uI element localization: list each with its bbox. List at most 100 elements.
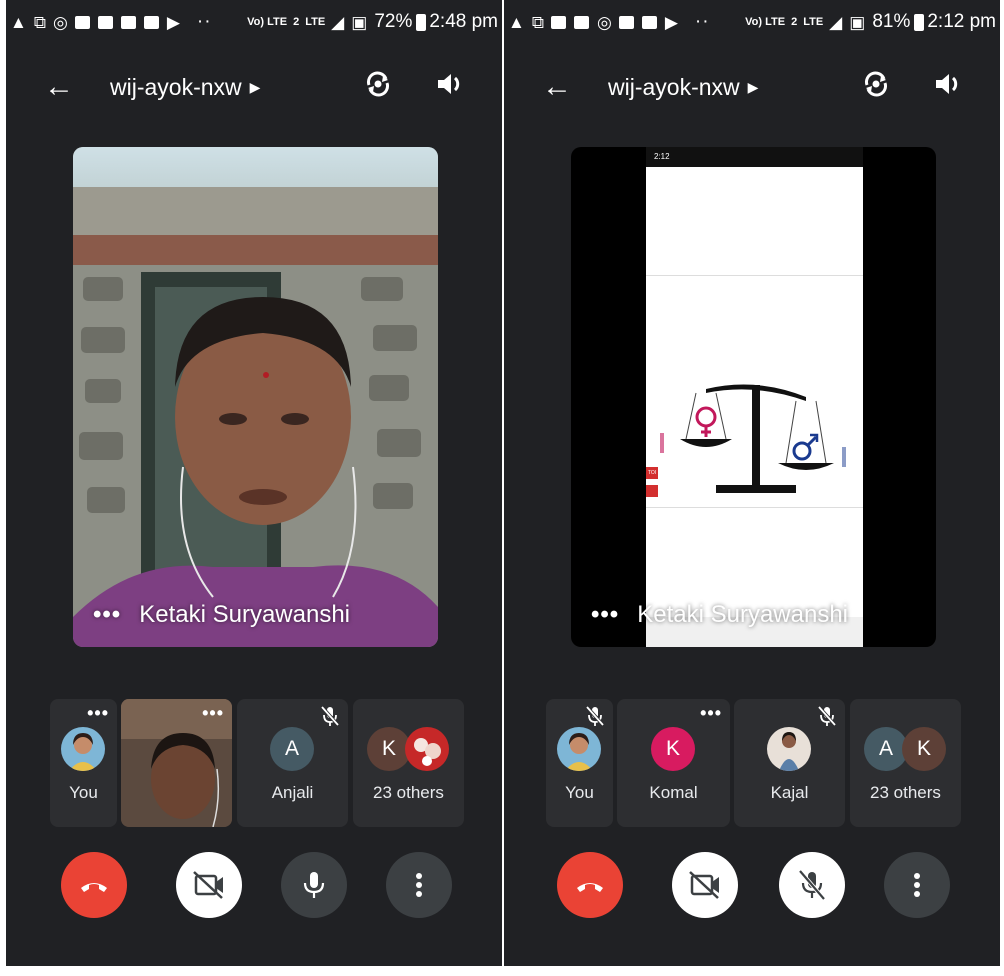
toi-logo: TOI [646, 467, 658, 479]
participant-tile-komal[interactable]: K ••• Komal [617, 699, 730, 827]
mic-off-icon [817, 705, 837, 727]
divider [646, 275, 863, 276]
participant-label: Komal [649, 783, 698, 802]
status-more-dots: ·· [694, 11, 710, 32]
warning-icon: ▲ [508, 12, 525, 32]
participant-label: You [565, 783, 594, 802]
lte-badge: LTE [803, 15, 824, 28]
avatar [61, 727, 105, 771]
meeting-code[interactable]: wij-ayok-nxw ▶ [608, 74, 758, 101]
participant-label: You [69, 783, 98, 802]
end-call-icon [81, 883, 107, 892]
volte-badge: Vo) LTE [745, 15, 786, 28]
participant-tile-others[interactable]: A K 23 others [850, 699, 961, 827]
participant-name: Ketaki Suryawanshi [139, 601, 350, 628]
lte-badge: LTE [305, 15, 326, 28]
status-bar: ▲ ⧉ ◎ ▶ ·· Vo) LTE 2 LTE ◢ ▣ 81% 2:12 pm [504, 0, 1000, 44]
divider [646, 507, 863, 508]
gallery-icon [641, 15, 657, 29]
participant-label: 23 others [373, 783, 444, 802]
meeting-code-text: wij-ayok-nxw [110, 74, 242, 100]
mic-icon [303, 872, 325, 898]
battery-percent: 81% [872, 11, 911, 32]
mic-off-icon [320, 705, 340, 727]
participant-tile-anjali[interactable]: A Anjali [237, 699, 348, 827]
switch-camera-icon[interactable] [362, 68, 394, 100]
signal-icon-2: ▣ [351, 12, 368, 32]
participant-label: Kajal [770, 783, 809, 802]
facebook-icon [74, 15, 90, 29]
participant-tile-others[interactable]: K 23 others [353, 699, 464, 827]
sim-badge: 2 [791, 15, 798, 28]
battery-icon [416, 13, 427, 31]
youtube-icon: ▶ [664, 12, 678, 32]
back-arrow-icon[interactable]: ← [542, 70, 572, 104]
status-bar: ▲ ⧉ ◎ ▶ ·· Vo) LTE 2 LTE ◢ ▣ 72% 2:48 pm [6, 0, 502, 44]
main-tile-name: ••• Ketaki Suryawanshi [93, 601, 350, 629]
facebook-icon [573, 15, 589, 29]
participant-tile-video[interactable]: ••• [121, 699, 232, 827]
shared-status-time: 2:12 [654, 152, 670, 161]
battery-percent: 72% [374, 11, 413, 32]
participant-tile-you[interactable]: You [546, 699, 613, 827]
more-icon[interactable]: ••• [700, 703, 722, 724]
speaker-icon[interactable] [932, 68, 964, 100]
mic-button[interactable] [779, 852, 845, 918]
avatar [405, 727, 449, 771]
sim-badge: 2 [293, 15, 300, 28]
more-icon[interactable]: ••• [591, 601, 619, 628]
end-call-icon [577, 883, 603, 892]
avatar [557, 727, 601, 771]
avatar: A [270, 727, 314, 771]
warning-icon: ▲ [10, 12, 27, 32]
more-icon[interactable]: ••• [87, 703, 109, 724]
whatsapp-icon: ◎ [596, 12, 612, 32]
participant-label: Anjali [271, 783, 314, 802]
more-vert-icon [914, 873, 920, 897]
cast-icon: ⧉ [33, 12, 46, 32]
main-video-tile[interactable]: ••• Ketaki Suryawanshi [73, 147, 438, 647]
participant-name: Ketaki Suryawanshi [637, 601, 848, 628]
facebook-icon [97, 15, 113, 29]
mic-button[interactable] [281, 852, 347, 918]
phone-screen-right: ▲ ⧉ ◎ ▶ ·· Vo) LTE 2 LTE ◢ ▣ 81% 2:12 pm… [504, 0, 1000, 966]
chevron-right-icon: ▶ [747, 79, 759, 95]
phone-screen-left: ▲ ⧉ ◎ ▶ ·· Vo) LTE 2 LTE ◢ ▣ 72% 2:48 pm… [6, 0, 502, 966]
more-options-button[interactable] [386, 852, 452, 918]
whatsapp-icon: ◎ [52, 12, 68, 32]
folder-icon [120, 15, 136, 29]
meeting-code[interactable]: wij-ayok-nxw ▶ [110, 74, 260, 101]
camera-toggle-button[interactable] [672, 852, 738, 918]
participant-video [73, 147, 438, 647]
more-icon[interactable]: ••• [202, 703, 224, 724]
status-more-dots: ·· [196, 11, 212, 32]
main-screen-share-tile[interactable]: 2:12 TOI ••• Ketaki Suryawanshi [571, 147, 936, 647]
end-call-button[interactable] [61, 852, 127, 918]
switch-camera-icon[interactable] [860, 68, 892, 100]
signal-icon: ◢ [331, 12, 345, 32]
speaker-icon[interactable] [434, 68, 466, 100]
cast-icon: ⧉ [531, 12, 544, 32]
signal-icon: ◢ [829, 12, 843, 32]
folder-icon [618, 15, 634, 29]
mic-off-icon [585, 705, 605, 727]
avatar [767, 727, 811, 771]
more-icon[interactable]: ••• [93, 601, 121, 628]
camera-off-icon [689, 871, 719, 899]
signal-icon-2: ▣ [849, 12, 866, 32]
more-options-button[interactable] [884, 852, 950, 918]
back-arrow-icon[interactable]: ← [44, 70, 74, 104]
shared-phone-screen: 2:12 TOI [646, 147, 863, 647]
volte-badge: Vo) LTE [247, 15, 288, 28]
camera-off-icon [193, 871, 223, 899]
end-call-button[interactable] [557, 852, 623, 918]
meeting-code-text: wij-ayok-nxw [608, 74, 740, 100]
participant-label: 23 others [870, 783, 941, 802]
participant-tile-kajal[interactable]: Kajal [734, 699, 845, 827]
gender-equality-scale-image [646, 384, 846, 497]
youtube-icon: ▶ [166, 12, 180, 32]
participant-tile-you[interactable]: ••• You [50, 699, 117, 827]
camera-toggle-button[interactable] [176, 852, 242, 918]
meeting-top-bar: ← wij-ayok-nxw ▶ [504, 58, 1000, 118]
more-vert-icon [416, 873, 422, 897]
